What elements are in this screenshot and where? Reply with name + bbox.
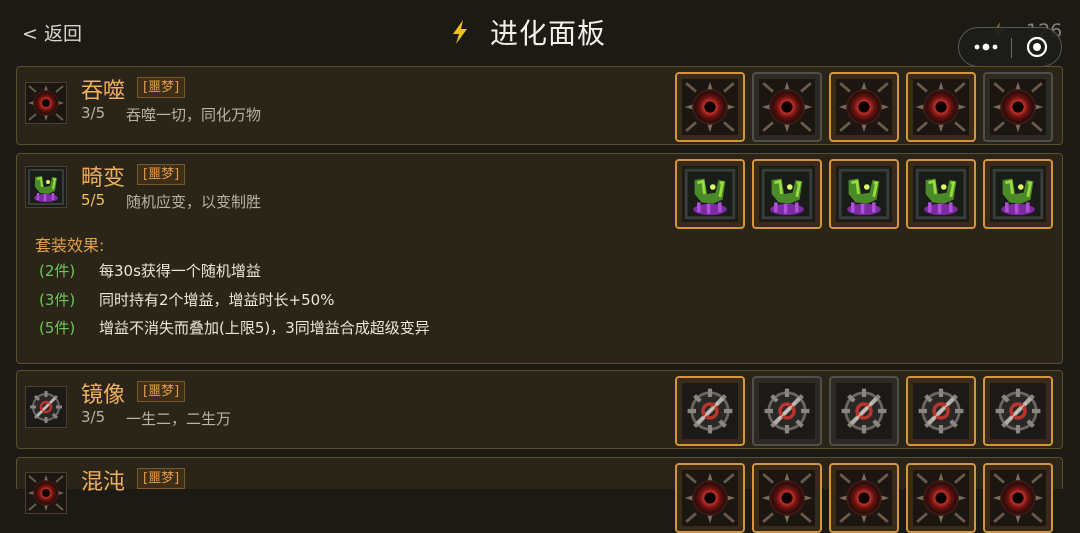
title-group: 进化面板 bbox=[452, 14, 606, 50]
difficulty-tag: [噩梦] bbox=[137, 381, 186, 402]
set-effects: 套装效果: bbox=[35, 232, 104, 256]
evolution-name: 混沌 bbox=[81, 470, 126, 495]
back-button[interactable]: < 返回 bbox=[22, 19, 82, 46]
difficulty-tag: [噩梦] bbox=[137, 468, 186, 489]
evolution-progress: 3/5 bbox=[81, 408, 106, 426]
set-effect-row: (5件) 增益不消失而叠加(上限5)，3同增益合成超级变异 bbox=[39, 317, 430, 338]
evolution-panel-devour[interactable]: 吞噬 [噩梦] 3/5 吞噬一切，同化万物 bbox=[16, 66, 1063, 145]
evolution-progress: 5/5 bbox=[81, 191, 106, 209]
set-tier-text: 同时持有2个增益，增益时长+50% bbox=[99, 291, 335, 309]
gene-slot[interactable] bbox=[829, 376, 899, 446]
gene-slot[interactable] bbox=[675, 376, 745, 446]
evolution-progress: 3/5 bbox=[81, 104, 106, 122]
red-eye-icon bbox=[913, 79, 969, 135]
evolution-panel-chaos[interactable]: 混沌 [噩梦] bbox=[16, 457, 1063, 533]
page-title: 进化面板 bbox=[490, 17, 607, 50]
set-tier-count: (2件) bbox=[39, 262, 76, 280]
gene-slot[interactable] bbox=[675, 72, 745, 142]
slot-row bbox=[675, 376, 1060, 446]
evolution-name: 畸变 bbox=[81, 166, 126, 191]
gene-slot[interactable] bbox=[983, 463, 1053, 533]
set-effects-heading: 套装效果: bbox=[35, 236, 105, 255]
toxic-creature-icon bbox=[990, 166, 1046, 222]
toxic-creature-icon bbox=[913, 166, 969, 222]
red-eye-icon bbox=[836, 79, 892, 135]
evolution-description: 随机应变，以变制胜 bbox=[126, 193, 262, 211]
toxic-creature-icon bbox=[682, 166, 738, 222]
evolution-name: 镜像 bbox=[81, 383, 126, 408]
toxic-creature-icon bbox=[759, 166, 815, 222]
red-eye-icon bbox=[913, 470, 969, 526]
lightning-icon bbox=[453, 20, 467, 44]
difficulty-tag: [噩梦] bbox=[137, 164, 186, 185]
red-eye-icon bbox=[682, 79, 738, 135]
mirror-gear-icon bbox=[25, 386, 67, 428]
gene-slot[interactable] bbox=[906, 159, 976, 229]
mirror-gear-icon bbox=[990, 383, 1046, 439]
red-eye-icon bbox=[25, 472, 67, 514]
set-tier-text: 增益不消失而叠加(上限5)，3同增益合成超级变异 bbox=[99, 319, 430, 337]
evolution-description: 一生二，二生万 bbox=[126, 410, 232, 428]
red-eye-icon bbox=[759, 79, 815, 135]
capsule-divider bbox=[1011, 38, 1012, 58]
gene-slot[interactable] bbox=[983, 72, 1053, 142]
gene-slot[interactable] bbox=[675, 463, 745, 533]
top-bar: < 返回 进化面板 126 bbox=[0, 0, 1080, 67]
gene-slot[interactable] bbox=[752, 376, 822, 446]
evolution-description: 吞噬一切，同化万物 bbox=[126, 106, 262, 124]
mirror-gear-icon bbox=[759, 383, 815, 439]
set-tier-count: (5件) bbox=[39, 319, 76, 337]
gene-slot[interactable] bbox=[906, 463, 976, 533]
slot-row bbox=[675, 72, 1060, 142]
mirror-gear-icon bbox=[836, 383, 892, 439]
gene-slot[interactable] bbox=[675, 159, 745, 229]
red-eye-icon bbox=[990, 470, 1046, 526]
close-target-icon[interactable] bbox=[1026, 36, 1048, 58]
miniprogram-capsule bbox=[958, 27, 1062, 67]
gene-slot[interactable] bbox=[906, 376, 976, 446]
gene-slot[interactable] bbox=[752, 463, 822, 533]
slot-row bbox=[675, 463, 1060, 533]
difficulty-tag: [噩梦] bbox=[137, 77, 186, 98]
red-eye-icon bbox=[759, 470, 815, 526]
set-tier-count: (3件) bbox=[39, 291, 76, 309]
more-icon[interactable] bbox=[973, 39, 999, 55]
gene-slot[interactable] bbox=[829, 159, 899, 229]
toxic-creature-icon bbox=[25, 166, 67, 208]
evolution-panel-mutation[interactable]: 畸变 [噩梦] 5/5 随机应变，以变制胜 套装效果: (2件) 每30s获得一个… bbox=[16, 153, 1063, 364]
mirror-gear-icon bbox=[682, 383, 738, 439]
slot-row bbox=[675, 159, 1060, 229]
evolution-panel-mirror[interactable]: 镜像 [噩梦] 3/5 一生二，二生万 bbox=[16, 370, 1063, 449]
gene-slot[interactable] bbox=[983, 159, 1053, 229]
set-effect-row: (2件) 每30s获得一个随机增益 bbox=[39, 260, 261, 281]
set-effect-row: (3件) 同时持有2个增益，增益时长+50% bbox=[39, 289, 334, 310]
toxic-creature-icon bbox=[836, 166, 892, 222]
red-eye-icon bbox=[836, 470, 892, 526]
gene-slot[interactable] bbox=[829, 463, 899, 533]
gene-slot[interactable] bbox=[983, 376, 1053, 446]
gene-slot[interactable] bbox=[752, 72, 822, 142]
red-eye-icon bbox=[682, 470, 738, 526]
red-eye-icon bbox=[990, 79, 1046, 135]
gene-slot[interactable] bbox=[829, 72, 899, 142]
gene-slot[interactable] bbox=[752, 159, 822, 229]
evolution-name: 吞噬 bbox=[81, 79, 126, 104]
set-tier-text: 每30s获得一个随机增益 bbox=[99, 262, 261, 280]
red-eye-icon bbox=[25, 82, 67, 124]
mirror-gear-icon bbox=[913, 383, 969, 439]
gene-slot[interactable] bbox=[906, 72, 976, 142]
